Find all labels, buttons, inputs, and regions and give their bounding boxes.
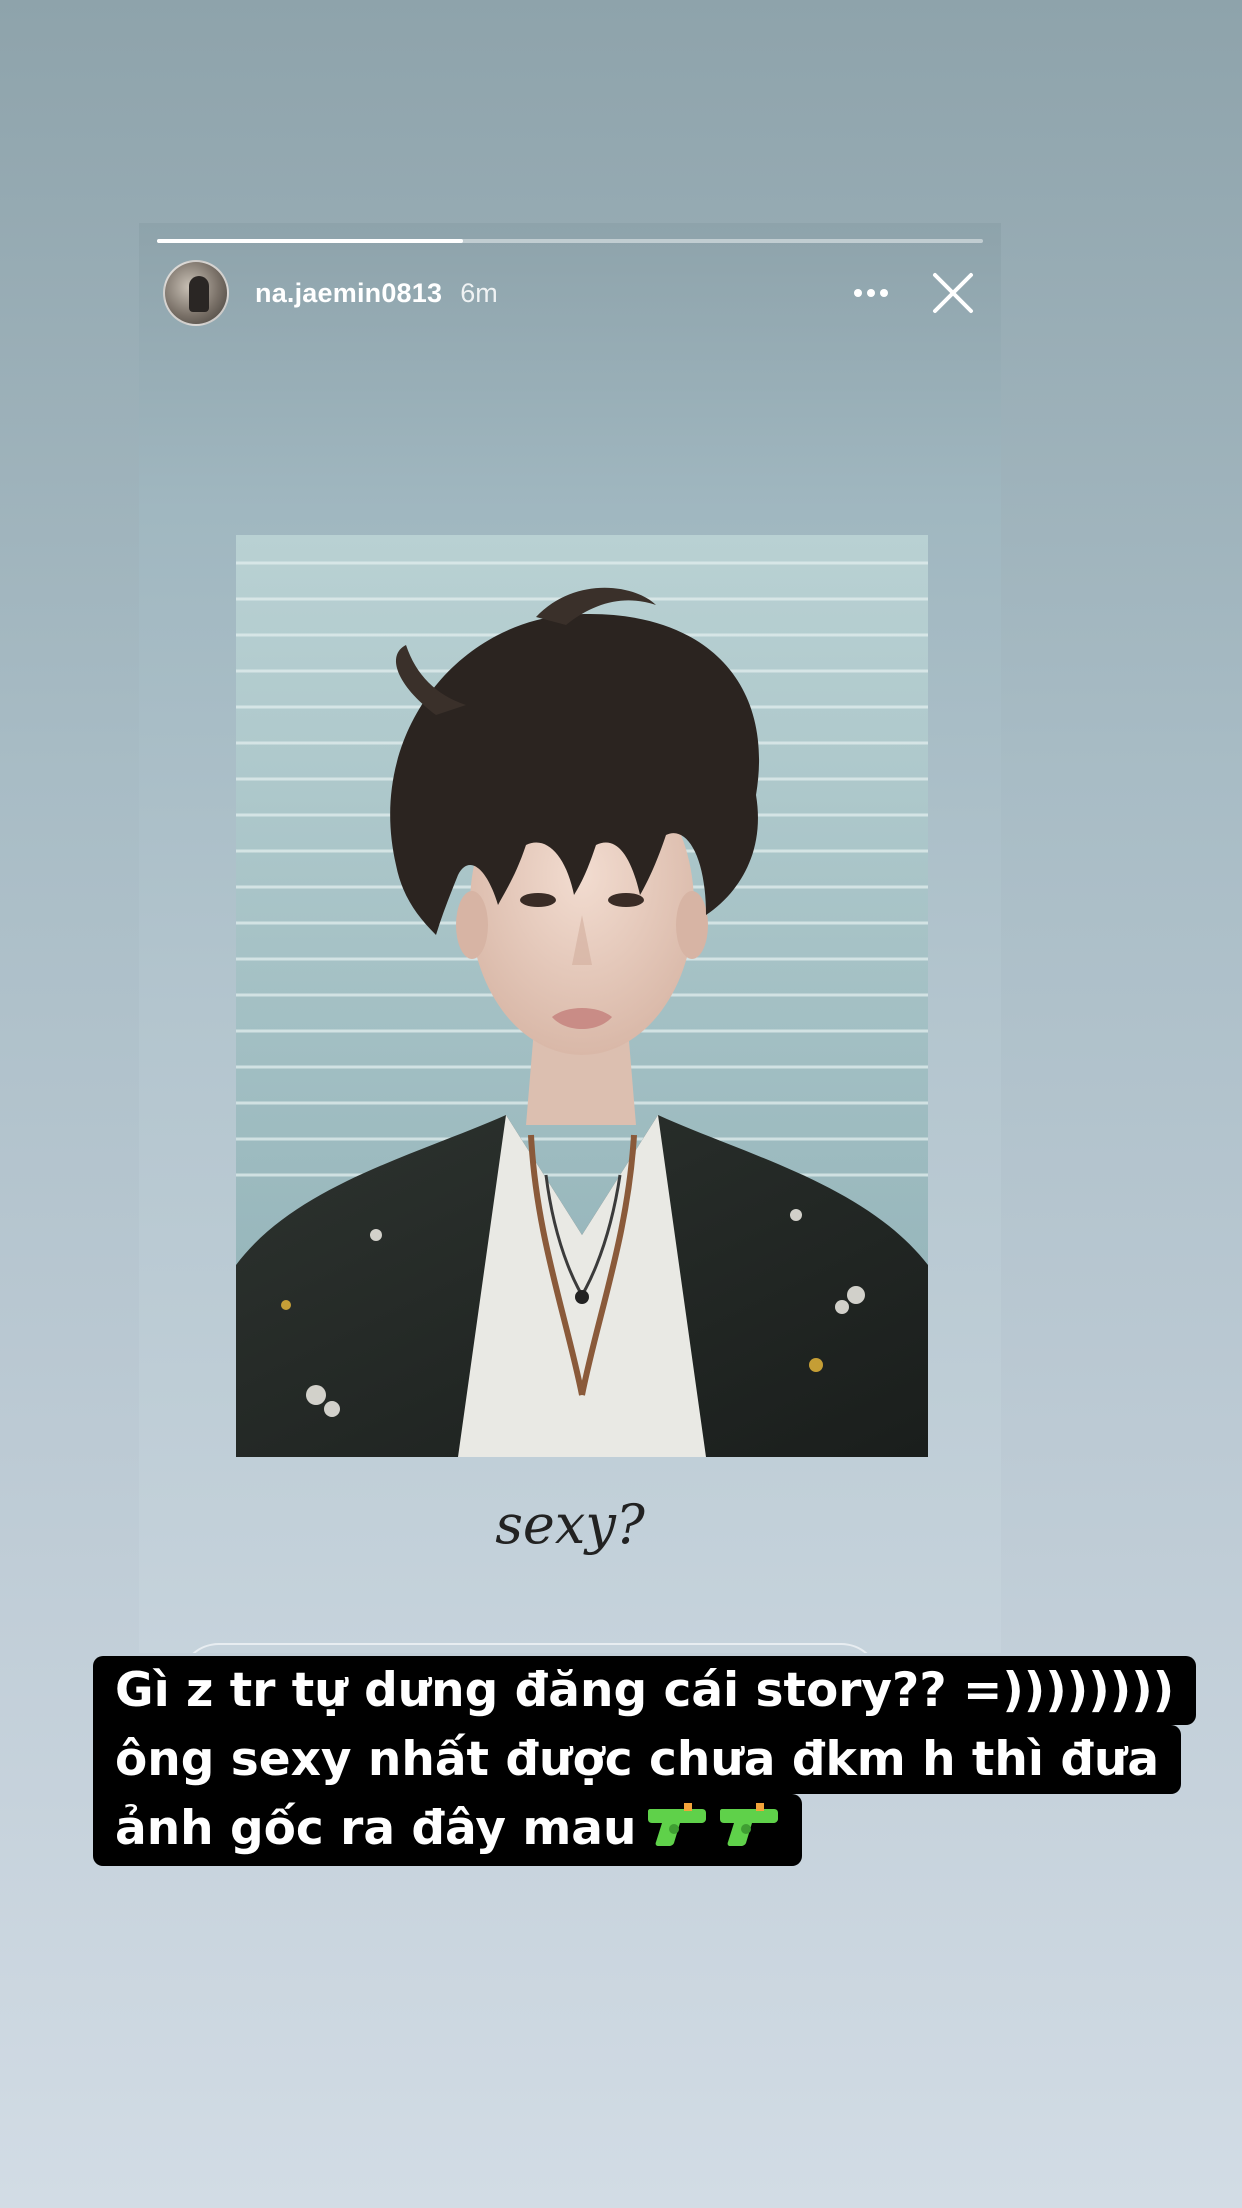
overlay-caption-line-3-text: ảnh gốc ra đây mau [115,1801,637,1856]
avatar[interactable] [163,260,229,326]
username[interactable]: na.jaemin0813 [255,278,442,309]
more-options-icon[interactable] [841,263,901,323]
avatar-figure [189,276,209,312]
story-caption: sexy? [495,1493,645,1556]
portrait-illustration [236,535,928,1457]
story-header: na.jaemin0813 6m [163,259,983,327]
story-progress-fill [157,239,463,243]
overlay-caption-line-3: ảnh gốc ra đây mau [93,1794,803,1866]
overlay-caption-line-2: ông sexy nhất được chưa đkm h thì đưa [93,1725,1182,1794]
story-timestamp: 6m [460,277,498,308]
story-progress-bar [157,239,983,243]
water-pistol-emoji-icon [716,1797,780,1866]
overlay-caption-line-2-text: ông sexy nhất được chưa đkm h thì đưa [115,1732,1160,1787]
overlay-caption: Gì z tr tự dưng đăng cái story?? =))))))… [93,1656,1197,1866]
reply-input[interactable] [179,1643,881,1653]
story-photo [236,535,928,1457]
overlay-caption-line-1: Gì z tr tự dưng đăng cái story?? =))))))… [93,1656,1197,1725]
story-card[interactable]: na.jaemin0813 6m sexy? [139,223,1001,1653]
close-icon[interactable] [923,263,983,323]
water-pistol-emoji-icon [644,1797,708,1866]
overlay-caption-line-1-text: Gì z tr tự dưng đăng cái story?? =))))))… [115,1663,1175,1718]
